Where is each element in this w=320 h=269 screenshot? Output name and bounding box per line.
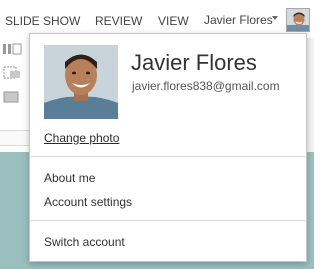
tab-review[interactable]: REVIEW (95, 14, 142, 28)
about-me-link[interactable]: About me (44, 171, 95, 185)
switch-account-link[interactable]: Switch account (44, 235, 125, 249)
ruler (0, 130, 30, 146)
avatar[interactable] (286, 8, 310, 32)
shape-icon[interactable] (2, 90, 24, 104)
account-email: javier.flores838@gmail.com (132, 79, 280, 93)
layout-icon[interactable] (2, 42, 24, 56)
tab-view[interactable]: VIEW (158, 14, 189, 28)
account-dropdown: Javier Flores javier.flores838@gmail.com… (29, 33, 307, 262)
account-settings-link[interactable]: Account settings (44, 195, 132, 209)
arrange-icon[interactable] (2, 66, 24, 80)
change-photo-link[interactable]: Change photo (44, 131, 119, 145)
user-photo-icon (287, 9, 309, 31)
scrollbar[interactable] (306, 38, 314, 152)
divider (30, 220, 306, 221)
user-photo-icon (44, 45, 118, 119)
account-display-name: Javier Flores (131, 50, 257, 75)
divider (30, 156, 306, 157)
chevron-down-icon[interactable] (272, 16, 278, 20)
account-name-button[interactable]: Javier Flores (204, 13, 273, 27)
profile-photo (44, 45, 118, 119)
slide-toolbar (0, 38, 30, 128)
tab-slide-show[interactable]: SLIDE SHOW (5, 14, 80, 28)
